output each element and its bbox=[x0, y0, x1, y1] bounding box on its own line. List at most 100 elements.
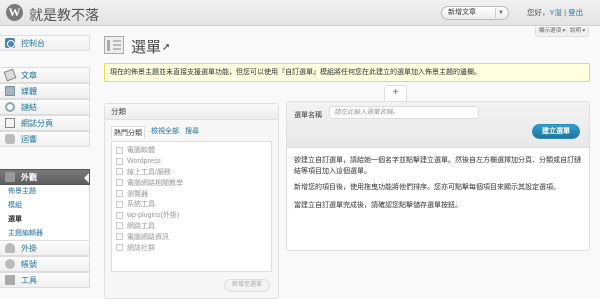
comments-icon bbox=[5, 134, 15, 144]
category-label: 電腦網路相關教學 bbox=[127, 179, 183, 187]
menu-name-label: 選單名稱 bbox=[294, 112, 322, 119]
list-item[interactable]: wp-plugins(外掛) bbox=[112, 210, 271, 221]
posts-icon bbox=[3, 68, 17, 82]
sidebar-item-appearance[interactable]: 外觀 bbox=[0, 169, 90, 185]
sidebar-item-label: 工具 bbox=[21, 275, 37, 285]
user-greeting: 您好，Y溢 | 登出 bbox=[527, 8, 584, 17]
menu-editor-header: 選單名稱 請在此輸入選單名稱。 建立選單 bbox=[287, 102, 589, 148]
categories-tabs: 熱門分類 檢視全部 搜尋 bbox=[111, 126, 199, 139]
sidebar-item-label: 媒體 bbox=[21, 86, 37, 96]
list-item[interactable]: 網路工具 bbox=[112, 221, 271, 232]
category-checkbox[interactable] bbox=[116, 200, 123, 208]
category-checkbox[interactable] bbox=[116, 211, 123, 219]
category-checkbox[interactable] bbox=[116, 233, 123, 241]
plugins-icon bbox=[5, 243, 15, 253]
admin-sidebar: 控制台 文章 媒體 鏈結 網誌分頁 迴響 外觀 佈景主題 模組 選單 主題編輯器… bbox=[0, 26, 90, 299]
tab-view-all[interactable]: 檢視全部 bbox=[151, 126, 179, 139]
new-post-dropdown[interactable]: 新增文章 ▼ bbox=[441, 6, 509, 20]
category-label: 網誌社群 bbox=[127, 244, 155, 252]
list-item[interactable]: 電腦軟體 bbox=[112, 145, 271, 156]
mouse-cursor-icon: ➚ bbox=[162, 42, 171, 53]
chevron-down-icon[interactable]: ▼ bbox=[498, 7, 504, 19]
list-item[interactable]: 系統工具 bbox=[112, 199, 271, 210]
sidebar-item-tools[interactable]: 工具 bbox=[0, 272, 90, 288]
theme-support-notice: 現在的佈景主題並未直接支援選單功能，但您可以使用『自訂選單』模組將任何您在此建立… bbox=[104, 63, 590, 82]
list-item[interactable]: 電腦網路相關教學 bbox=[112, 177, 271, 188]
category-checkbox[interactable] bbox=[116, 179, 123, 187]
howdy-prefix: 您好， bbox=[527, 8, 550, 17]
submenu-item-widgets[interactable]: 模組 bbox=[0, 199, 89, 213]
menu-name-input[interactable]: 請在此輸入選單名稱。 bbox=[329, 106, 479, 119]
page-title: 選單 bbox=[131, 38, 162, 56]
category-checkbox[interactable] bbox=[116, 244, 123, 252]
tools-icon bbox=[5, 275, 15, 285]
tab-most-used[interactable]: 熱門分類 bbox=[111, 126, 145, 139]
wordpress-logo-icon: W bbox=[6, 4, 23, 21]
appearance-submenu: 佈景主題 模組 選單 主題編輯器 bbox=[0, 185, 90, 241]
list-item[interactable]: 線上工具/服務 bbox=[112, 167, 271, 178]
site-title[interactable]: 就是教不落 bbox=[29, 5, 99, 25]
category-label: 網路工具 bbox=[127, 222, 155, 230]
admin-header: W 就是教不落 新增文章 ▼ 您好，Y溢 | 登出 bbox=[0, 0, 600, 26]
sidebar-item-plugins[interactable]: 外掛 bbox=[0, 240, 90, 256]
sidebar-item-posts[interactable]: 文章 bbox=[0, 67, 90, 83]
current-menu-arrow-icon bbox=[84, 173, 89, 183]
new-post-label: 新增文章 bbox=[448, 9, 476, 16]
sidebar-item-pages[interactable]: 網誌分頁 bbox=[0, 115, 90, 131]
categories-box-title[interactable]: 分類 bbox=[105, 104, 278, 120]
menus-page-icon bbox=[104, 36, 124, 54]
sidebar-item-label: 帳號 bbox=[21, 259, 37, 269]
main-content: 選單 ➚ 現在的佈景主題並未直接支援選單功能，但您可以使用『自訂選單』模組將任何… bbox=[98, 30, 596, 299]
sidebar-item-label: 鏈結 bbox=[21, 102, 37, 112]
dashboard-icon bbox=[5, 38, 15, 48]
sidebar-item-label: 迴響 bbox=[21, 134, 37, 144]
user-profile-link[interactable]: Y溢 bbox=[550, 8, 563, 17]
instruction-text: 欲建立自訂選單，請給她一個名字並點擊建立選單。然後自左方欄選擇加分頁、分類或自訂… bbox=[294, 157, 581, 175]
sidebar-item-label: 外掛 bbox=[21, 243, 37, 253]
category-checkbox[interactable] bbox=[116, 157, 123, 165]
sidebar-item-comments[interactable]: 迴響 bbox=[0, 131, 90, 147]
categories-checklist: 電腦軟體 Wordpress 線上工具/服務 電腦網路相關教學 瀏覽器 系統工具… bbox=[111, 141, 272, 272]
category-checkbox[interactable] bbox=[116, 190, 123, 198]
list-item[interactable]: 網誌社群 bbox=[112, 242, 271, 253]
submenu-item-editor[interactable]: 主題編輯器 bbox=[0, 227, 89, 241]
list-item[interactable]: Wordpress bbox=[112, 156, 271, 167]
sidebar-item-links[interactable]: 鏈結 bbox=[0, 99, 90, 115]
category-label: 電腦軟體 bbox=[127, 147, 155, 155]
category-label: 線上工具/服務 bbox=[127, 168, 171, 176]
add-to-menu-button[interactable]: 新增至選單 bbox=[224, 279, 270, 292]
sidebar-item-dashboard[interactable]: 控制台 bbox=[0, 35, 90, 51]
instruction-text: 新增您的項目後，使用拖曳功能將他們排序。您亦可點擊每個項目來顯示其設定選項。 bbox=[294, 184, 560, 191]
create-menu-button[interactable]: 建立選單 bbox=[532, 124, 580, 139]
appearance-icon bbox=[5, 172, 15, 182]
dropdown-separator bbox=[495, 8, 496, 18]
logout-link[interactable]: 登出 bbox=[568, 8, 583, 17]
category-label: Wordpress bbox=[127, 157, 161, 165]
sidebar-item-users[interactable]: 帳號 bbox=[0, 256, 90, 272]
list-item[interactable]: 電腦網路資訊 bbox=[112, 231, 271, 242]
sidebar-item-label: 外觀 bbox=[21, 172, 37, 182]
menu-editor-panel: 選單名稱 請在此輸入選單名稱。 建立選單 欲建立自訂選單，請給她一個名字並點擊建… bbox=[286, 101, 590, 251]
add-menu-tab[interactable]: + bbox=[384, 85, 407, 101]
sidebar-item-media[interactable]: 媒體 bbox=[0, 83, 90, 99]
sidebar-item-label: 控制台 bbox=[21, 38, 45, 48]
pages-icon bbox=[5, 118, 15, 128]
category-checkbox[interactable] bbox=[116, 222, 123, 230]
links-icon bbox=[5, 102, 15, 112]
category-label: 瀏覽器 bbox=[127, 190, 148, 198]
category-checkbox[interactable] bbox=[116, 168, 123, 176]
category-checkbox[interactable] bbox=[116, 146, 123, 154]
submenu-item-themes[interactable]: 佈景主題 bbox=[0, 185, 89, 199]
sidebar-item-label: 文章 bbox=[21, 70, 37, 80]
category-label: 電腦網路資訊 bbox=[127, 233, 169, 241]
sidebar-item-label: 網誌分頁 bbox=[21, 118, 53, 128]
users-icon bbox=[5, 259, 15, 269]
instruction-text: 當建立自訂選單完成後，請確認您點擊儲存選單按鈕。 bbox=[294, 202, 462, 209]
submenu-item-menus[interactable]: 選單 bbox=[0, 213, 89, 227]
media-icon bbox=[5, 86, 15, 96]
list-item[interactable]: 瀏覽器 bbox=[112, 188, 271, 199]
categories-box: 分類 熱門分類 檢視全部 搜尋 電腦軟體 Wordpress 線上工具/服務 電… bbox=[104, 103, 279, 299]
tab-search[interactable]: 搜尋 bbox=[185, 126, 199, 139]
category-label: 系統工具 bbox=[127, 201, 155, 209]
category-label: wp-plugins(外掛) bbox=[127, 212, 180, 220]
